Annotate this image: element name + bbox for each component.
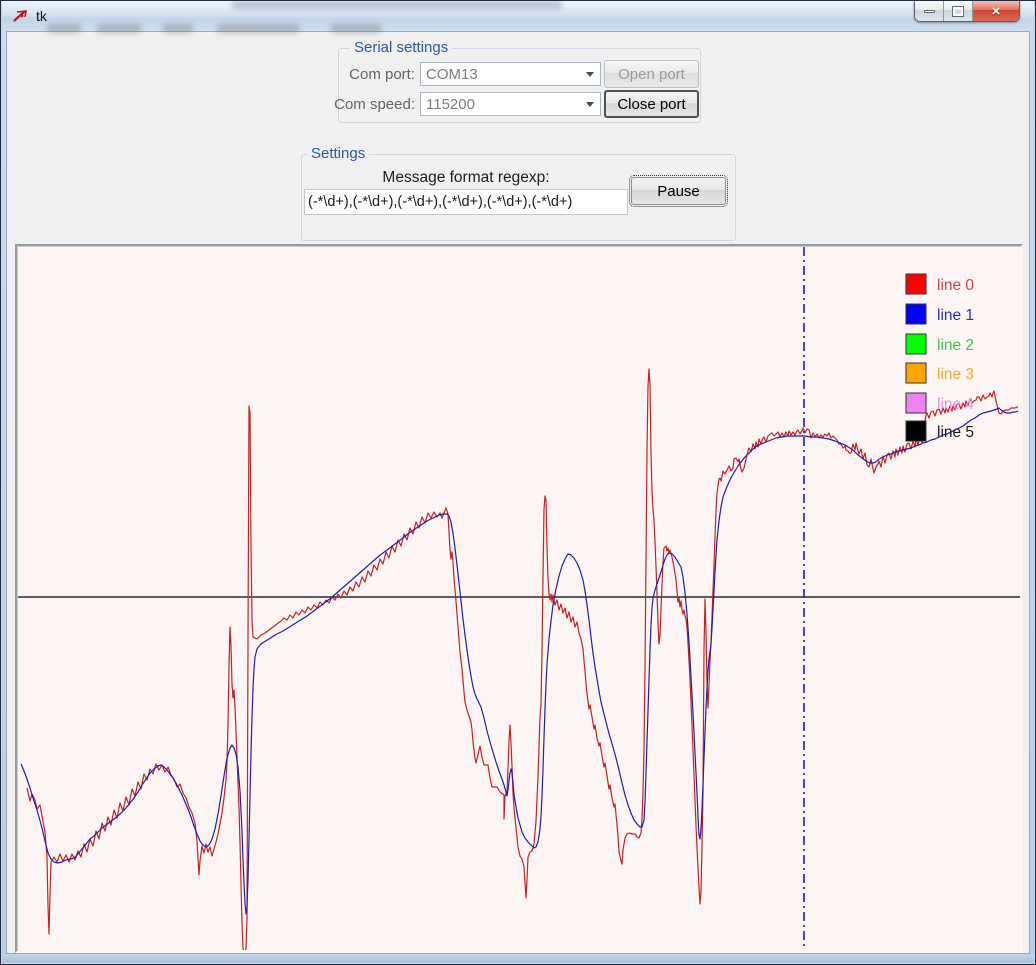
pause-button[interactable]: Pause bbox=[631, 177, 726, 205]
glass-blur-artifact bbox=[232, 1, 562, 9]
com-port-combobox[interactable]: COM13 bbox=[420, 62, 601, 86]
settings-frame-label: Settings bbox=[307, 146, 369, 162]
close-icon: × bbox=[992, 3, 1001, 20]
legend-swatch-4 bbox=[906, 393, 926, 413]
regexp-input[interactable] bbox=[304, 189, 628, 215]
window-title: tk bbox=[36, 8, 47, 24]
legend-label-4: line 4 bbox=[937, 396, 974, 413]
maximize-button[interactable] bbox=[944, 1, 973, 21]
chevron-down-icon[interactable] bbox=[580, 68, 600, 81]
legend-label-2: line 2 bbox=[937, 337, 974, 354]
regexp-label: Message format regexp: bbox=[304, 169, 628, 187]
legend-label-0: line 0 bbox=[937, 277, 974, 294]
open-port-button[interactable]: Open port bbox=[604, 60, 699, 88]
com-speed-value: 115200 bbox=[421, 96, 580, 113]
com-port-label: Com port: bbox=[338, 66, 415, 83]
window-border-bottom bbox=[2, 954, 1034, 963]
plot-frame: line 0 line 1 line 2 line 3 line 4 line 5 bbox=[15, 244, 1023, 953]
legend-label-5: line 5 bbox=[937, 424, 974, 441]
legend-swatch-5 bbox=[906, 421, 926, 441]
window-controls: × bbox=[914, 1, 1020, 22]
legend-label-3: line 3 bbox=[937, 366, 974, 383]
minimize-button[interactable] bbox=[915, 1, 944, 21]
serial-settings-frame-label: Serial settings bbox=[350, 40, 452, 56]
title-bar[interactable]: tk × bbox=[2, 1, 1034, 31]
legend-swatch-1 bbox=[906, 304, 926, 324]
com-speed-combobox[interactable]: 115200 bbox=[420, 92, 601, 116]
legend-label-1: line 1 bbox=[937, 307, 974, 324]
chevron-down-icon[interactable] bbox=[580, 98, 600, 111]
app-window: tk × Serial settings Com port: COM13 Ope… bbox=[0, 0, 1036, 965]
legend-swatch-3 bbox=[906, 363, 926, 383]
close-port-button[interactable]: Close port bbox=[604, 90, 699, 118]
com-speed-label: Com speed: bbox=[331, 96, 415, 113]
plot-canvas: line 0 line 1 line 2 line 3 line 4 line 5 bbox=[18, 247, 1020, 950]
tk-feather-icon bbox=[12, 8, 29, 25]
close-button[interactable]: × bbox=[973, 1, 1019, 21]
maximize-icon bbox=[953, 7, 963, 16]
com-port-value: COM13 bbox=[421, 66, 580, 83]
minimize-icon bbox=[924, 10, 935, 13]
plot-background bbox=[18, 247, 1020, 950]
legend-swatch-2 bbox=[906, 334, 926, 354]
legend-swatch-0 bbox=[906, 274, 926, 294]
window-border-right bbox=[1030, 31, 1034, 963]
